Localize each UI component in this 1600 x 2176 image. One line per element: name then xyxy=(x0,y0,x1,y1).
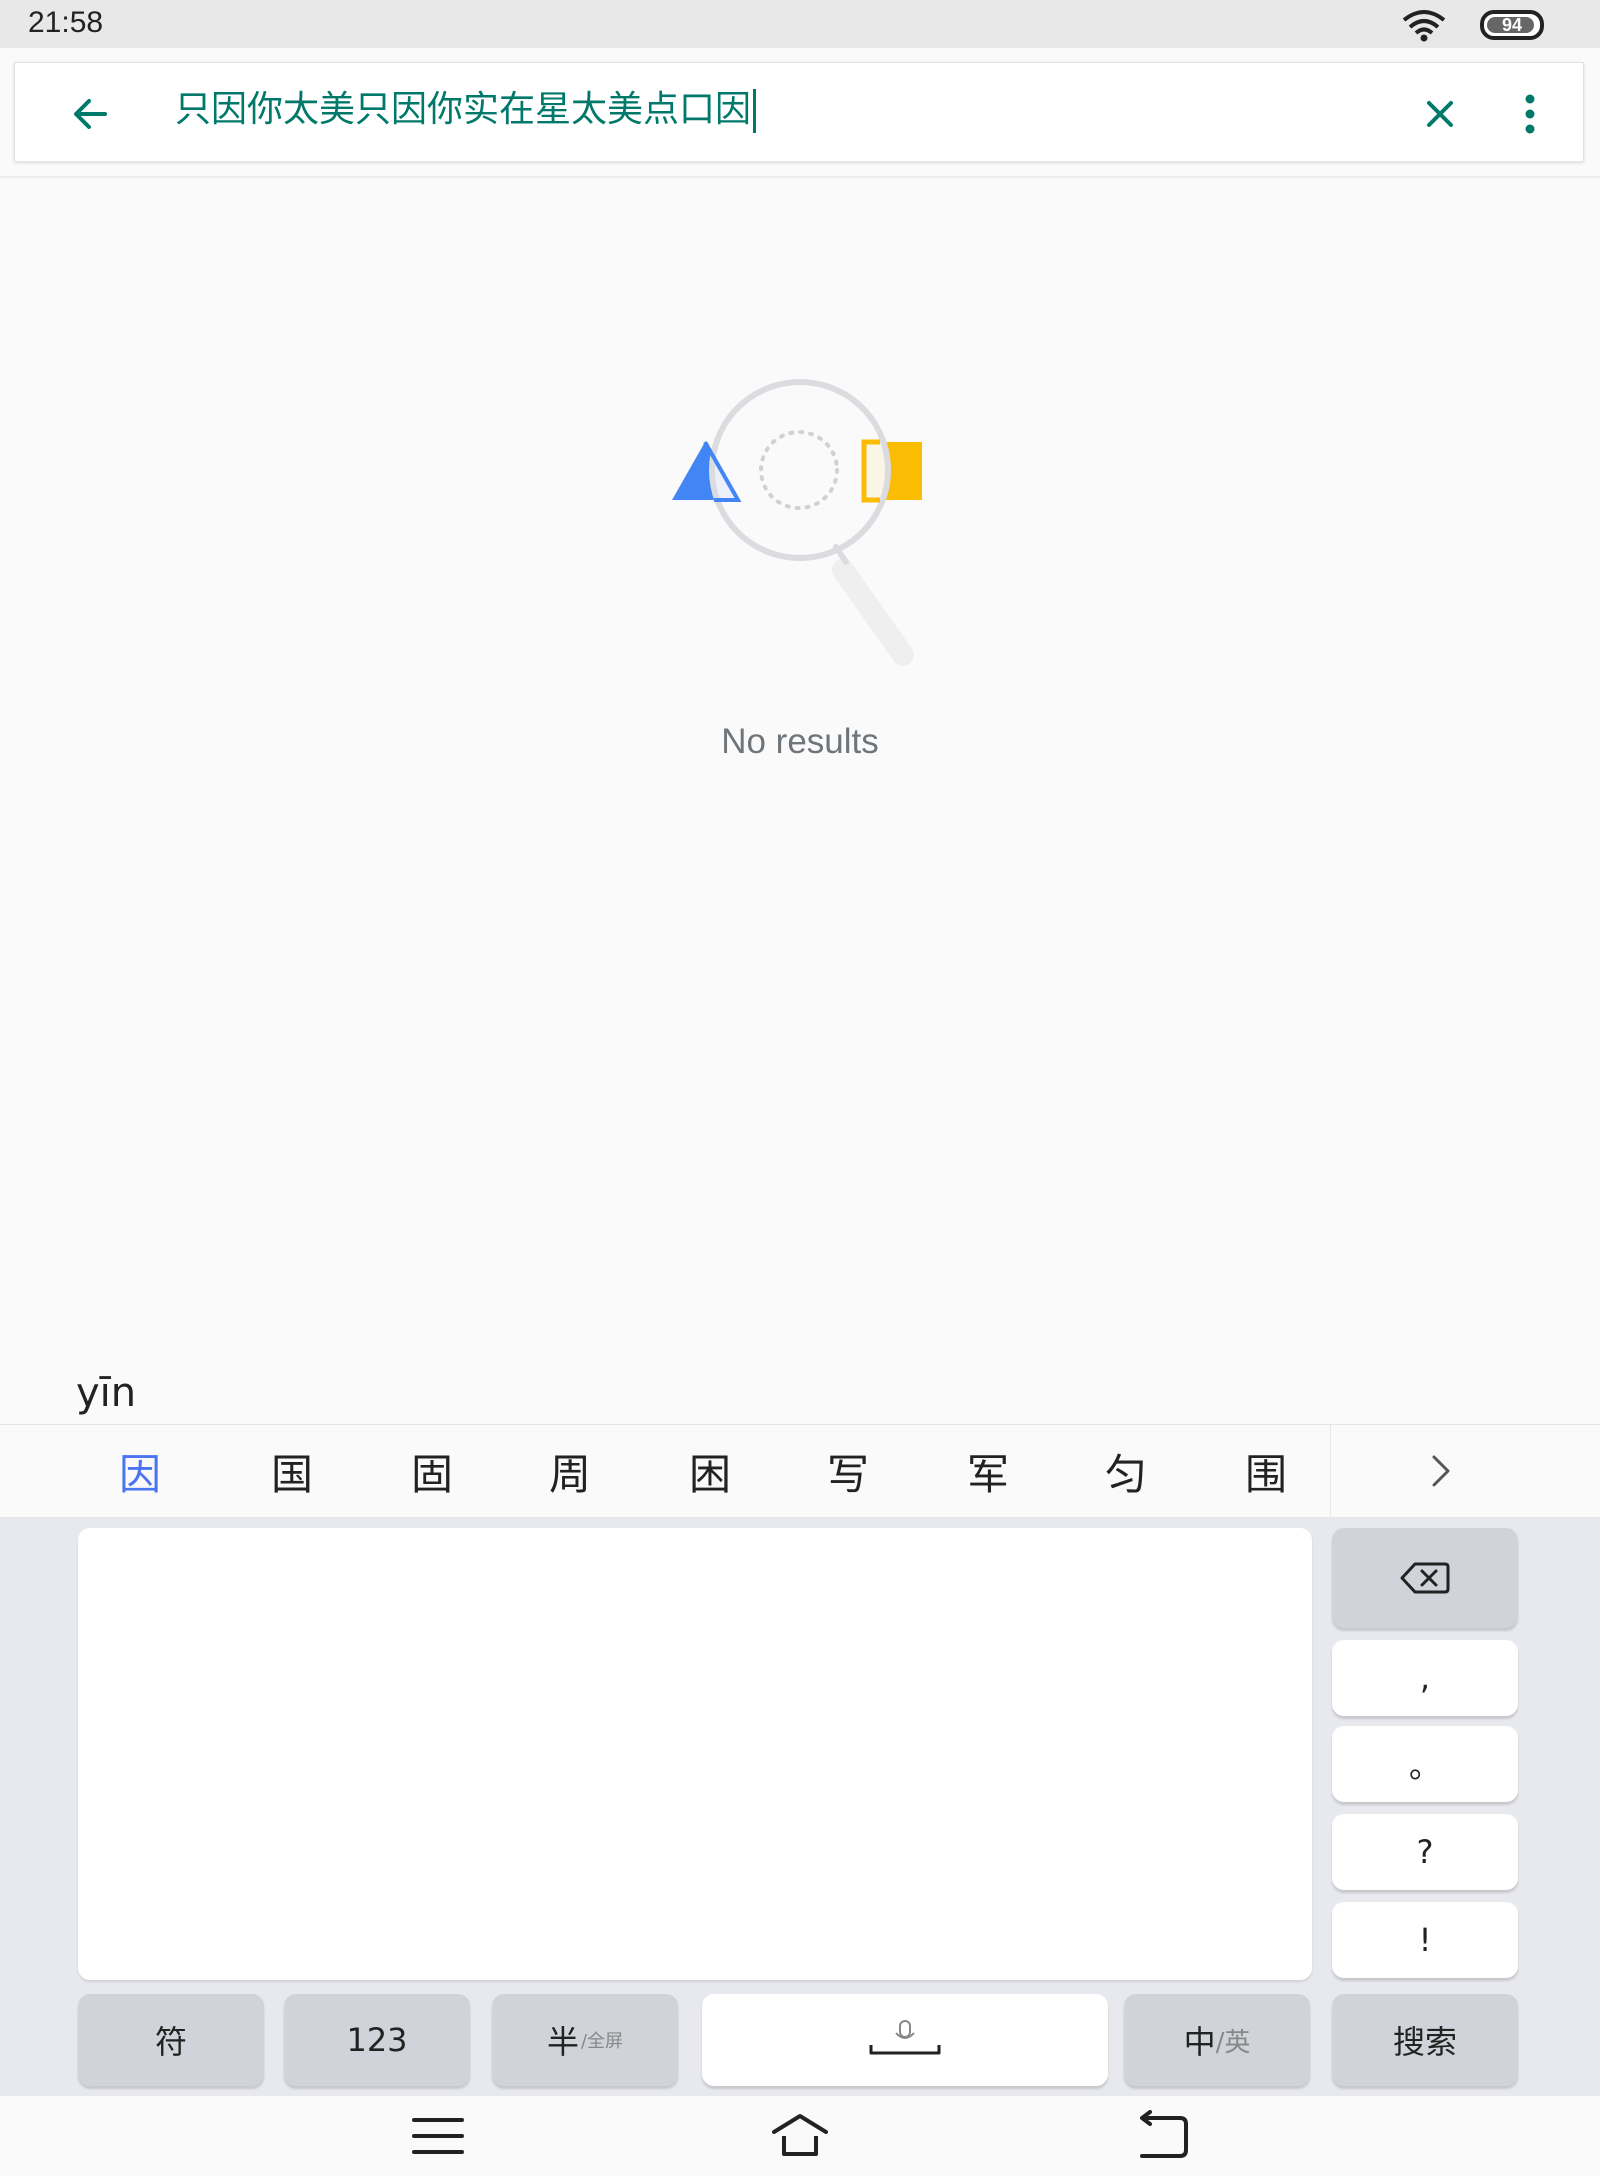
numbers-key[interactable]: 123 xyxy=(284,1994,470,2086)
back-arrow-icon[interactable] xyxy=(65,89,115,139)
candidate[interactable]: 困 xyxy=(660,1425,760,1517)
home-icon[interactable] xyxy=(770,2110,830,2162)
battery-level: 94 xyxy=(1501,14,1523,35)
ime-candidate-bar: 因 国 固 周 困 写 军 匀 围 xyxy=(0,1424,1600,1518)
more-vert-icon[interactable] xyxy=(1515,89,1545,139)
no-results-message: No results xyxy=(721,722,879,761)
lang-key-label: 中 xyxy=(1183,2023,1216,2061)
half-fullscreen-key[interactable]: 半/全屏 xyxy=(492,1994,678,2086)
chevron-right-icon[interactable] xyxy=(1410,1443,1470,1499)
clear-icon[interactable] xyxy=(1415,89,1465,139)
status-time: 21:58 xyxy=(28,6,104,39)
wifi-icon xyxy=(1402,10,1446,42)
menu-icon[interactable] xyxy=(408,2110,468,2162)
space-mic-icon xyxy=(869,2020,941,2055)
lang-key-sublabel: /英 xyxy=(1215,2027,1251,2058)
header-divider xyxy=(0,176,1600,178)
candidate[interactable]: 周 xyxy=(520,1425,620,1517)
half-key-sublabel: /全屏 xyxy=(580,2031,624,2052)
candidate[interactable]: 写 xyxy=(798,1425,898,1517)
search-key[interactable]: 搜索 xyxy=(1332,1994,1518,2086)
language-switch-key[interactable]: 中/英 xyxy=(1124,1994,1310,2086)
search-input[interactable]: 只因你太美只因你实在星太美点口因 xyxy=(175,85,757,135)
comma-key[interactable]: , xyxy=(1332,1640,1518,1716)
candidate[interactable]: 国 xyxy=(242,1425,342,1517)
candidate[interactable]: 军 xyxy=(938,1425,1038,1517)
battery-icon: 94 xyxy=(1480,10,1544,40)
pinyin-composition: yīn xyxy=(76,1370,137,1416)
backspace-key[interactable] xyxy=(1332,1528,1518,1628)
symbols-key[interactable]: 符 xyxy=(78,1994,264,2086)
no-results-illustration xyxy=(672,379,922,666)
ime-composition-row: yīn xyxy=(0,1370,1600,1426)
navigation-bar xyxy=(0,2096,1600,2176)
search-bar: 只因你太美只因你实在星太美点口因 xyxy=(14,62,1584,162)
text-cursor xyxy=(753,89,757,133)
backspace-icon xyxy=(1400,1562,1450,1594)
question-key[interactable]: ? xyxy=(1332,1814,1518,1890)
candidate[interactable]: 匀 xyxy=(1076,1425,1176,1517)
handwriting-pad[interactable] xyxy=(78,1528,1312,1980)
space-key[interactable] xyxy=(702,1994,1108,2086)
search-query: 只因你太美只因你实在星太美点口因 xyxy=(175,89,752,130)
candidate[interactable]: 围 xyxy=(1216,1425,1316,1517)
ime-keyboard: , 。 ? ! 符 123 半/全屏 中/英 搜索 xyxy=(0,1518,1600,2096)
candidate[interactable]: 因 xyxy=(90,1425,190,1517)
half-key-label: 半 xyxy=(546,2023,579,2061)
exclamation-key[interactable]: ! xyxy=(1332,1902,1518,1978)
candidate[interactable]: 固 xyxy=(382,1425,482,1517)
back-icon[interactable] xyxy=(1132,2110,1192,2162)
candidate-divider xyxy=(1330,1425,1331,1517)
status-bar: 21:58 94 xyxy=(0,0,1600,48)
period-key[interactable]: 。 xyxy=(1332,1726,1518,1802)
